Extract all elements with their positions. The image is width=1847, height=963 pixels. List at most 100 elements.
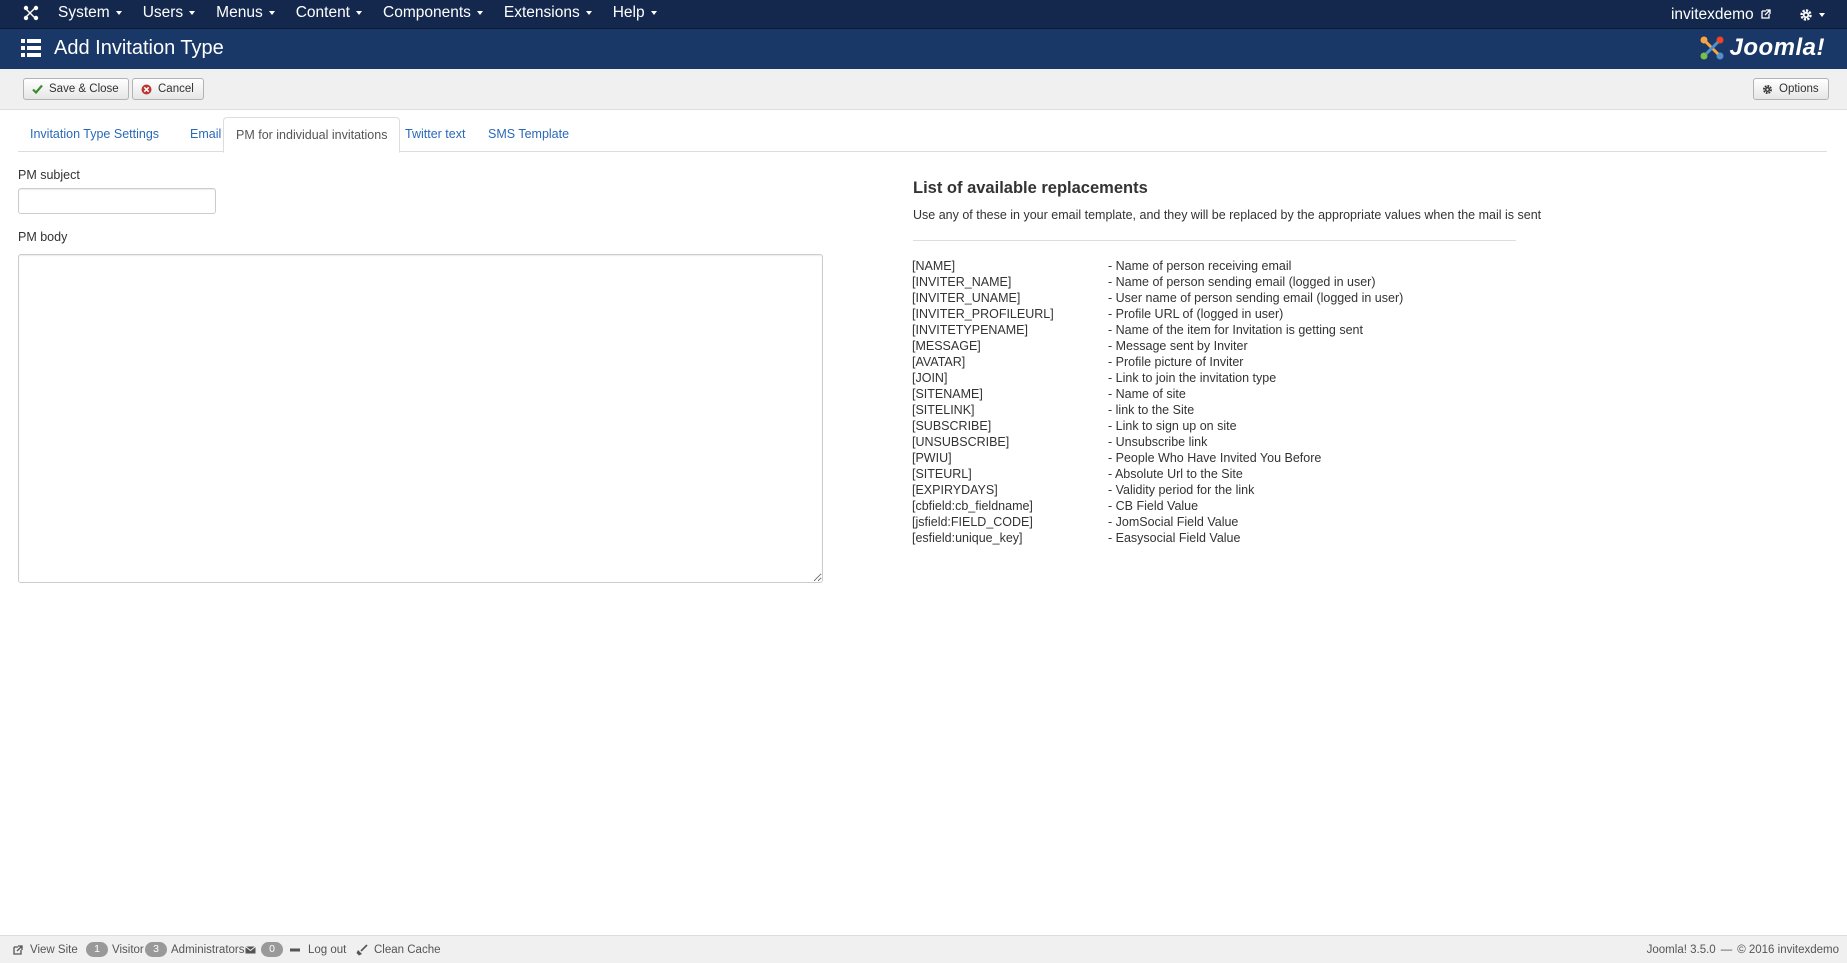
replacement-description: - Profile picture of Inviter — [1108, 355, 1244, 369]
replacement-key: [jsfield:FIELD_CODE] — [912, 515, 1033, 529]
main-menu: System Users Menus Content Components Ex… — [58, 0, 678, 29]
menu-menus[interactable]: Menus — [216, 0, 286, 29]
replacement-description: - Absolute Url to the Site — [1108, 467, 1243, 481]
save-close-button[interactable]: Save & Close — [23, 78, 129, 100]
cancel-circle-icon — [141, 84, 152, 95]
tab-pm-individual-invitations[interactable]: PM for individual invitations — [223, 117, 401, 153]
replacement-key: [EXPIRYDAYS] — [912, 483, 998, 497]
replacement-description: - Link to join the invitation type — [1108, 371, 1277, 385]
external-link-icon — [1761, 9, 1771, 20]
gear-icon — [1762, 84, 1773, 95]
replacement-key: [AVATAR] — [912, 355, 966, 369]
replacement-key: [INVITER_UNAME] — [912, 291, 1021, 305]
pm-subject-input[interactable] — [18, 188, 216, 214]
tab-twitter-text[interactable]: Twitter text — [393, 117, 477, 152]
replacement-description: - CB Field Value — [1108, 499, 1199, 513]
caret-down-icon — [115, 10, 122, 15]
joomla-brand: Joomla! — [1699, 33, 1825, 63]
caret-down-icon — [189, 10, 196, 15]
pm-subject-label: PM subject — [18, 168, 80, 182]
list-icon — [21, 39, 41, 57]
version-info: Joomla! 3.5.0 — © 2016 invitexdemo — [1646, 943, 1839, 956]
gear-icon — [1800, 8, 1812, 21]
page-header: Add Invitation Type Joomla! — [0, 29, 1847, 69]
menu-components[interactable]: Components — [383, 0, 494, 29]
caret-down-icon — [356, 10, 362, 15]
top-navbar: System Users Menus Content Components Ex… — [0, 0, 1847, 29]
user-settings-menu[interactable] — [1799, 8, 1825, 22]
external-link-icon — [13, 944, 23, 955]
replacement-description: - Profile URL of (logged in user) — [1108, 307, 1284, 321]
caret-down-icon — [585, 10, 592, 15]
replacement-description: - Name of person receiving email — [1108, 259, 1292, 273]
caret-down-icon — [268, 10, 275, 15]
administrators-link[interactable]: 3 Administrators — [145, 936, 245, 963]
joomla-logo-icon — [1700, 36, 1724, 60]
page-title: Add Invitation Type — [54, 37, 224, 59]
replacement-key: [INVITER_NAME] — [912, 275, 1012, 289]
logout-link[interactable]: Log out — [290, 936, 346, 963]
replacement-key: [NAME] — [912, 259, 956, 273]
replacement-key: [INVITETYPENAME] — [912, 323, 1028, 337]
navbar-right: invitexdemo — [1671, 0, 1847, 29]
caret-down-icon — [1819, 12, 1825, 17]
pm-body-textarea[interactable] — [18, 254, 823, 583]
replacements-title: List of available replacements — [913, 179, 1148, 197]
replacement-description: - Name of site — [1108, 387, 1186, 401]
toolbar: Save & Close Cancel Options — [0, 69, 1847, 110]
menu-help[interactable]: Help — [613, 0, 668, 29]
broom-icon — [356, 943, 368, 955]
caret-down-icon — [650, 10, 657, 15]
replacement-description: - Validity period for the link — [1108, 483, 1255, 497]
visitors-link[interactable]: 1 Visitor — [86, 936, 144, 963]
replacement-key: [INVITER_PROFILEURL] — [912, 307, 1054, 321]
replacement-description: - Link to sign up on site — [1108, 419, 1237, 433]
envelope-icon — [245, 945, 256, 953]
menu-users[interactable]: Users — [143, 0, 206, 29]
replacement-key: [SITEURL] — [912, 467, 972, 481]
minus-icon — [290, 948, 300, 951]
version-separator: — — [1720, 943, 1733, 956]
check-icon — [32, 84, 43, 94]
replacement-key: [JOIN] — [912, 371, 948, 385]
replacement-key: [SUBSCRIBE] — [912, 419, 992, 433]
joomla-logo-icon[interactable] — [22, 4, 40, 22]
replacement-key: [cbfield:cb_fieldname] — [912, 499, 1033, 513]
replacement-description: - JomSocial Field Value — [1108, 515, 1239, 529]
replacement-key: [MESSAGE] — [912, 339, 981, 353]
replacement-description: - link to the Site — [1108, 403, 1195, 417]
replacement-key: [esfield:unique_key] — [912, 531, 1023, 545]
cancel-button[interactable]: Cancel — [132, 78, 204, 100]
menu-content[interactable]: Content — [296, 0, 373, 29]
replacement-description: - Name of the item for Invitation is get… — [1108, 323, 1363, 337]
view-site-link[interactable]: View Site — [13, 936, 78, 963]
pm-body-label: PM body — [18, 230, 68, 244]
visitor-count-badge: 1 — [86, 942, 108, 957]
tab-sms-template[interactable]: SMS Template — [476, 117, 581, 152]
menu-system[interactable]: System — [58, 0, 133, 29]
status-bar: View Site 1 Visitor 3 Administrators 0 L… — [0, 935, 1847, 963]
replacement-key: [SITELINK] — [912, 403, 975, 417]
joomla-brand-text: Joomla! — [1729, 34, 1825, 61]
admin-count-badge: 3 — [145, 942, 167, 957]
options-button[interactable]: Options — [1753, 78, 1829, 100]
messages-count-badge: 0 — [261, 942, 283, 957]
replacement-key: [SITENAME] — [912, 387, 983, 401]
replacement-description: - Easysocial Field Value — [1108, 531, 1241, 545]
tab-bar: Invitation Type Settings Email PM for in… — [18, 117, 1827, 153]
replacement-description: - People Who Have Invited You Before — [1108, 451, 1322, 465]
clean-cache-link[interactable]: Clean Cache — [356, 936, 440, 963]
replacement-description: - Message sent by Inviter — [1108, 339, 1248, 353]
replacement-key: [PWIU] — [912, 451, 952, 465]
messages-link[interactable]: 0 — [245, 936, 287, 963]
replacement-description: - Name of person sending email (logged i… — [1108, 275, 1376, 289]
replacement-description: - User name of person sending email (log… — [1108, 291, 1404, 305]
caret-down-icon — [476, 10, 483, 15]
replacement-description: - Unsubscribe link — [1108, 435, 1208, 449]
site-user-link[interactable]: invitexdemo — [1671, 6, 1771, 24]
divider — [913, 240, 1516, 241]
replacement-key: [UNSUBSCRIBE] — [912, 435, 1010, 449]
tab-invitation-type-settings[interactable]: Invitation Type Settings — [18, 117, 171, 152]
menu-extensions[interactable]: Extensions — [504, 0, 603, 29]
replacements-description: Use any of these in your email template,… — [913, 208, 1542, 222]
